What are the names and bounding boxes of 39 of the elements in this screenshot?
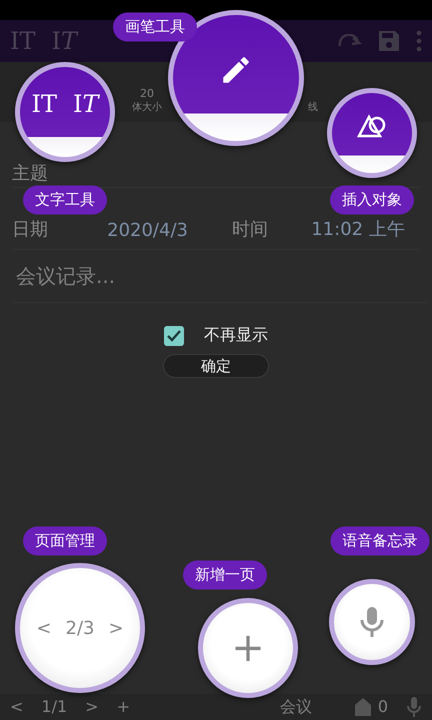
add-page-button[interactable]: + [116,699,130,715]
count: 0 [378,699,388,715]
date-label: 日期 [12,218,49,241]
text-format-icon: I𝑇 [73,90,98,118]
more-icon[interactable] [416,30,422,52]
next-page-button[interactable]: > [85,699,99,715]
guide-label: 文字工具 [23,186,107,214]
previous-page-button[interactable]: < [10,699,24,715]
text-format-icon: IT [32,90,57,118]
microphone-icon[interactable] [406,696,422,718]
font-size-value: 20 [140,87,154,100]
save-icon[interactable] [378,30,400,52]
spotlight-bubble[interactable]: + [198,598,298,698]
guide-label: 新增一页 [183,560,267,590]
guide-label: 画笔工具 [113,12,197,42]
format-label: 线 [308,100,318,114]
confirm-button[interactable]: 确定 [163,354,269,378]
notes-field[interactable]: 会议记录... [12,250,428,303]
note-title: 会议 [280,699,312,715]
time-label: 时间 [232,218,269,241]
format-label: 体大小 [132,100,162,114]
page-indicator: 1/1 [41,699,68,715]
guide-label: 语音备忘录 [330,526,430,556]
subject-label: 主题 [12,162,48,185]
checkbox[interactable] [164,326,184,346]
page-number: 2/3 [66,618,94,638]
spotlight-bubble[interactable]: < 2/3 > [15,563,145,693]
previous-page-button[interactable]: < [36,618,52,638]
add-page-icon: + [231,628,265,668]
microphone-icon [359,606,385,638]
house-icon[interactable] [354,697,372,717]
guide-label: 插入对象 [330,186,414,214]
date-value[interactable]: 2020/4/3 [107,220,216,241]
shapes-icon [357,114,387,140]
next-page-button[interactable]: > [108,618,124,638]
guide-label: 页面管理 [23,526,107,556]
checkbox-label: 不再显示 [204,325,268,346]
redo-icon[interactable] [338,34,362,48]
time-value[interactable]: 11:02 上午 [311,217,420,241]
